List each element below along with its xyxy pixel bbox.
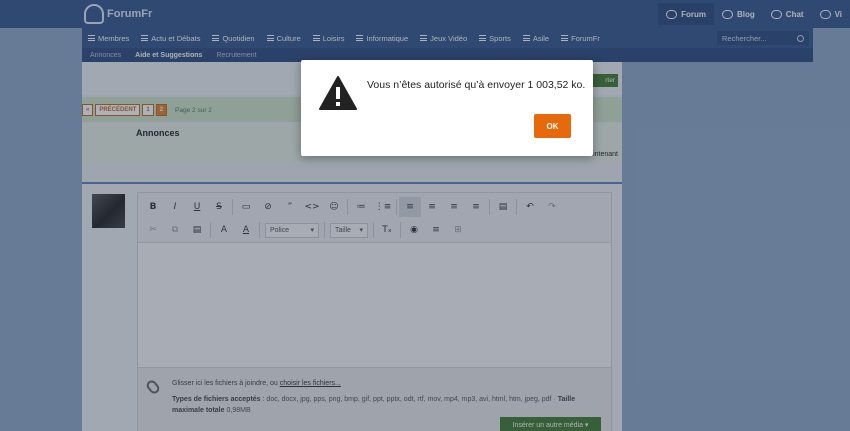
alert-dialog: Vous n’êtes autorisé qu’à envoyer 1 003,… <box>301 60 593 156</box>
alert-message: Vous n’êtes autorisé qu’à envoyer 1 003,… <box>367 79 586 91</box>
ok-button[interactable]: OK <box>534 114 571 138</box>
warning-icon <box>319 76 357 110</box>
